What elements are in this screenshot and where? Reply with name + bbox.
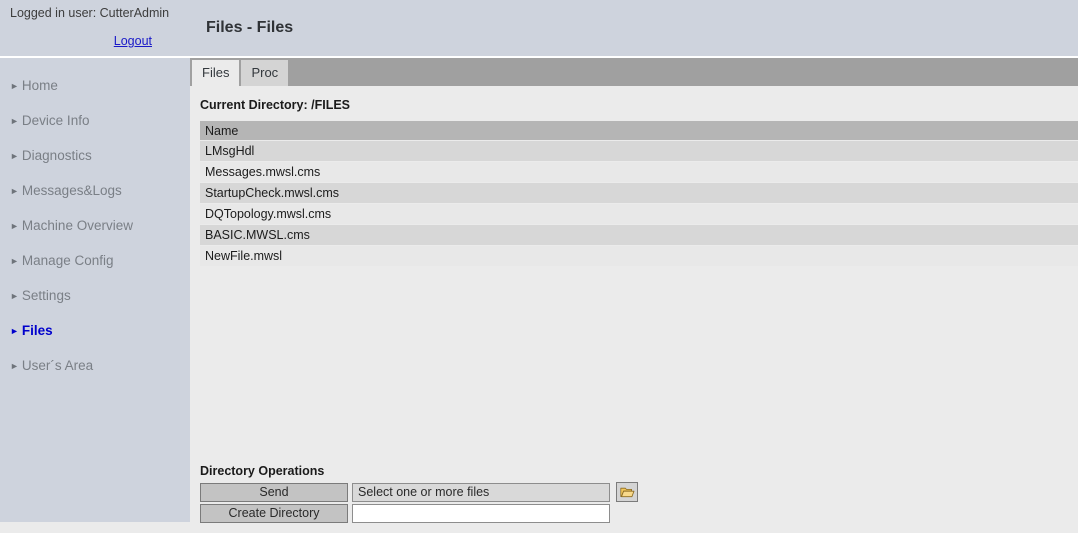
sidebar-item-label: Manage Config [21, 253, 114, 268]
cell-file-name[interactable]: NewFile.mwsl [200, 246, 1078, 266]
sidebar-item-manage-config[interactable]: ► Manage Config [0, 253, 190, 288]
sidebar-item-diagnostics[interactable]: ► Diagnostics [0, 148, 190, 183]
tab-proc[interactable]: Proc [241, 60, 289, 86]
sidebar-item-settings[interactable]: ► Settings [0, 288, 190, 323]
file-table: Name Size Attributes Delete LMsgHdl [DIR… [200, 120, 1078, 267]
triangle-right-icon: ► [10, 81, 19, 91]
sidebar-user-panel: Logged in user: CutterAdmin Logout [0, 0, 190, 58]
file-select-display[interactable]: Select one or more files [352, 482, 610, 502]
application-window: Logged in user: CutterAdmin Logout ► Hom… [0, 0, 1078, 533]
sidebar-item-label: Diagnostics [21, 148, 92, 163]
sidebar-item-label: Machine Overview [21, 218, 133, 233]
table-row[interactable]: StartupCheck.mwsl.cms 5540 ------- [200, 183, 1078, 203]
triangle-right-icon: ► [10, 116, 19, 126]
table-row[interactable]: BASIC.MWSL.cms 3524 ------- [200, 225, 1078, 245]
table-row[interactable]: NewFile.mwsl 116 ------- [200, 246, 1078, 266]
table-row[interactable]: DQTopology.mwsl.cms 5540 ------- [200, 204, 1078, 224]
content-area: Current Directory: /FILES Name Size Attr… [190, 86, 1078, 533]
send-file-row: Send Select one or more files [200, 482, 1078, 502]
cell-file-name[interactable]: BASIC.MWSL.cms [200, 225, 1078, 245]
sidebar-item-label: Settings [21, 288, 71, 303]
sidebar-item-files[interactable]: ► Files [0, 323, 190, 358]
page-title: Files - Files [206, 19, 294, 36]
tab-bar: Files Proc [190, 58, 1078, 86]
triangle-right-icon: ► [10, 151, 19, 161]
create-directory-button[interactable]: Create Directory [200, 504, 348, 523]
triangle-right-icon: ► [10, 221, 19, 231]
create-directory-row: Create Directory [200, 504, 1078, 523]
directory-operations-title: Directory Operations [200, 464, 325, 478]
cell-file-name[interactable]: StartupCheck.mwsl.cms [200, 183, 1078, 203]
sidebar-item-label: Device Info [21, 113, 90, 128]
open-folder-icon [619, 487, 634, 497]
sidebar-item-label: User´s Area [21, 358, 94, 373]
sidebar-item-label: Files [21, 323, 53, 338]
page-header: Files - Files [190, 0, 1078, 58]
sidebar-nav: ► Home ► Device Info ► Diagnostics ► Mes… [0, 58, 190, 393]
table-header-row: Name Size Attributes Delete [200, 121, 1078, 140]
triangle-right-icon: ► [10, 326, 19, 336]
send-button[interactable]: Send [200, 482, 348, 502]
logout-link[interactable]: Logout [114, 34, 152, 48]
table-row[interactable]: Messages.mwsl.cms 39 K ------- [200, 162, 1078, 182]
triangle-right-icon: ► [10, 256, 19, 266]
cell-file-name[interactable]: LMsgHdl [200, 141, 1078, 161]
triangle-right-icon: ► [10, 361, 19, 371]
sidebar-item-machine-overview[interactable]: ► Machine Overview [0, 218, 190, 253]
cell-file-name[interactable]: DQTopology.mwsl.cms [200, 204, 1078, 224]
logged-in-user-label: Logged in user: CutterAdmin [10, 6, 170, 20]
new-directory-input[interactable] [352, 504, 610, 523]
main-region: Files - Files Files Proc Current Directo… [190, 0, 1078, 533]
browse-files-button[interactable] [616, 482, 638, 502]
current-directory-label: Current Directory: /FILES [200, 98, 351, 112]
triangle-right-icon: ► [10, 186, 19, 196]
column-header-name[interactable]: Name [200, 121, 1078, 140]
sidebar-item-device-info[interactable]: ► Device Info [0, 113, 190, 148]
sidebar: Logged in user: CutterAdmin Logout ► Hom… [0, 0, 190, 522]
cell-file-name[interactable]: Messages.mwsl.cms [200, 162, 1078, 182]
tab-files[interactable]: Files [192, 60, 240, 86]
triangle-right-icon: ► [10, 291, 19, 301]
sidebar-item-label: Home [21, 78, 58, 93]
sidebar-item-label: Messages&Logs [21, 183, 122, 198]
directory-operations-section: Directory Operations Send Select one or … [200, 464, 1078, 525]
sidebar-item-users-area[interactable]: ► User´s Area [0, 358, 190, 393]
sidebar-item-messages-and-logs[interactable]: ► Messages&Logs [0, 183, 190, 218]
table-row[interactable]: LMsgHdl [DIR] [200, 141, 1078, 161]
logout-container: Logout [10, 32, 180, 50]
sidebar-item-home[interactable]: ► Home [0, 78, 190, 113]
